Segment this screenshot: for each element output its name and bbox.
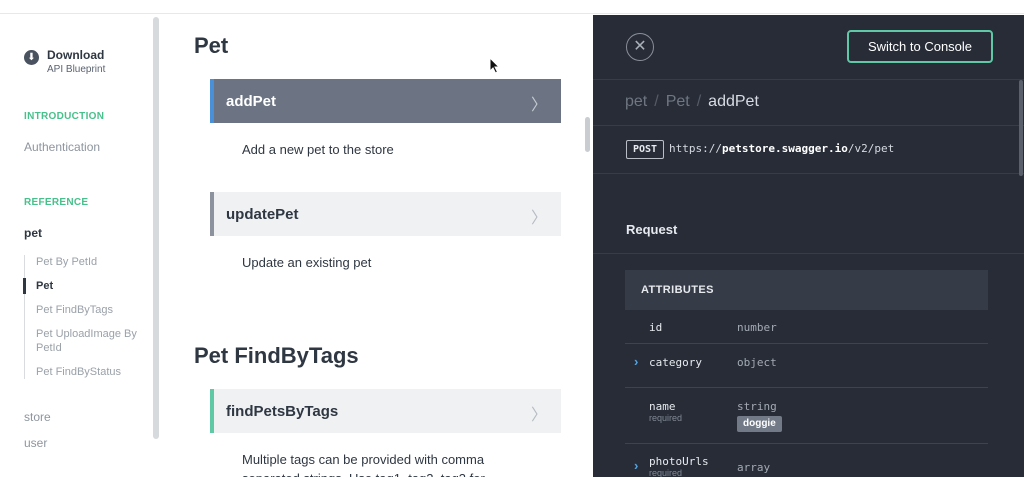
chevron-right-icon[interactable]: › <box>634 458 638 473</box>
chevron-right-icon: 〉 <box>530 97 547 114</box>
sidebar-item-pet-by-petid[interactable]: Pet By PetId <box>25 255 150 269</box>
endpoint-label: updatePet <box>226 205 299 223</box>
mouse-cursor-icon <box>489 57 501 74</box>
attribute-row: name required string doggie <box>625 388 988 444</box>
attribute-name: category <box>649 356 702 369</box>
sidebar-item-store[interactable]: store <box>24 410 51 424</box>
sidebar-item-user[interactable]: user <box>24 436 47 450</box>
breadcrumb-current: addPet <box>708 93 759 110</box>
attributes-table: ATTRIBUTES id number › category object n… <box>625 270 988 477</box>
divider <box>593 125 1024 126</box>
attributes-header: ATTRIBUTES <box>625 270 988 310</box>
attribute-name: photoUrls <box>649 455 709 468</box>
chevron-right-icon: 〉 <box>530 407 547 424</box>
panel-scrollbar[interactable] <box>1019 80 1023 176</box>
pet-submenu: Pet By PetId Pet Pet FindByTags Pet Uplo… <box>23 255 150 379</box>
download-icon: ⬇ <box>24 50 39 65</box>
introduction-heading: INTRODUCTION <box>24 111 105 122</box>
endpoint-updatepet[interactable]: updatePet 〉 <box>210 192 561 236</box>
endpoint-label: findPetsByTags <box>226 402 339 420</box>
endpoint-description: Multiple tags can be provided with comma… <box>242 452 485 477</box>
reference-heading: REFERENCE <box>24 197 89 208</box>
section-title-pet-findbytags: Pet FindByTags <box>194 343 359 368</box>
switch-to-console-button[interactable]: Switch to Console <box>847 30 993 63</box>
required-label: required <box>649 413 683 423</box>
sidebar: ⬇ Download API Blueprint INTRODUCTION Au… <box>0 15 160 477</box>
attribute-row: id number <box>625 310 988 344</box>
attribute-name: name <box>649 400 676 413</box>
console-panel: ✕ Switch to Console pet / Pet / addPet POST … <box>593 15 1024 477</box>
attribute-type: array <box>737 461 771 474</box>
sidebar-item-pet-uploadimage[interactable]: Pet UploadImage By PetId <box>25 327 150 355</box>
download-link[interactable]: ⬇ Download API Blueprint <box>24 47 105 77</box>
http-method-badge: POST <box>626 140 665 159</box>
request-title: Request <box>626 222 678 237</box>
attribute-type: number <box>737 321 777 334</box>
endpoint-label: addPet <box>226 92 277 110</box>
endpoint-url: https://petstore.swagger.io/v2/pet <box>669 142 895 155</box>
divider <box>593 253 1024 254</box>
main-scrollbar[interactable] <box>585 117 590 152</box>
attribute-row-expandable[interactable]: › photoUrls required array <box>625 444 988 477</box>
endpoint-description: Update an existing pet <box>242 255 372 270</box>
example-value-tag: doggie <box>737 416 782 432</box>
endpoint-addpet[interactable]: addPet 〉 <box>210 79 561 123</box>
divider <box>593 79 1024 80</box>
main-content: Pet addPet 〉 Add a new pet to the store … <box>160 15 593 477</box>
sidebar-item-authentication[interactable]: Authentication <box>24 140 100 154</box>
attribute-type: object <box>737 356 777 369</box>
chevron-right-icon[interactable]: › <box>634 354 638 369</box>
endpoint-description: Add a new pet to the store <box>242 142 394 157</box>
sidebar-item-pet[interactable]: Pet <box>23 278 150 294</box>
divider <box>593 173 1024 174</box>
download-subtitle: API Blueprint <box>47 64 106 75</box>
sidebar-item-pet-findbystatus[interactable]: Pet FindByStatus <box>25 365 150 379</box>
required-label: required <box>649 468 683 477</box>
close-icon[interactable]: ✕ <box>626 33 654 61</box>
chevron-right-icon: 〉 <box>530 210 547 227</box>
endpoint-findpetsbytags[interactable]: findPetsByTags 〉 <box>210 389 561 433</box>
endpoint-bar <box>210 192 214 236</box>
sidebar-item-pet-findbytags[interactable]: Pet FindByTags <box>25 303 150 317</box>
top-bar <box>0 0 1024 14</box>
download-title: Download <box>47 48 105 62</box>
endpoint-bar <box>210 79 214 123</box>
breadcrumb-item[interactable]: Pet <box>666 93 690 110</box>
breadcrumb: pet / Pet / addPet <box>625 93 759 110</box>
sidebar-scrollbar[interactable] <box>153 17 159 439</box>
section-title-pet: Pet <box>194 33 229 58</box>
sidebar-group-pet[interactable]: pet <box>24 226 42 240</box>
endpoint-bar <box>210 389 214 433</box>
attribute-row-expandable[interactable]: › category object <box>625 344 988 388</box>
attribute-name: id <box>649 321 663 334</box>
attribute-type: string <box>737 400 777 413</box>
breadcrumb-item[interactable]: pet <box>625 93 647 110</box>
